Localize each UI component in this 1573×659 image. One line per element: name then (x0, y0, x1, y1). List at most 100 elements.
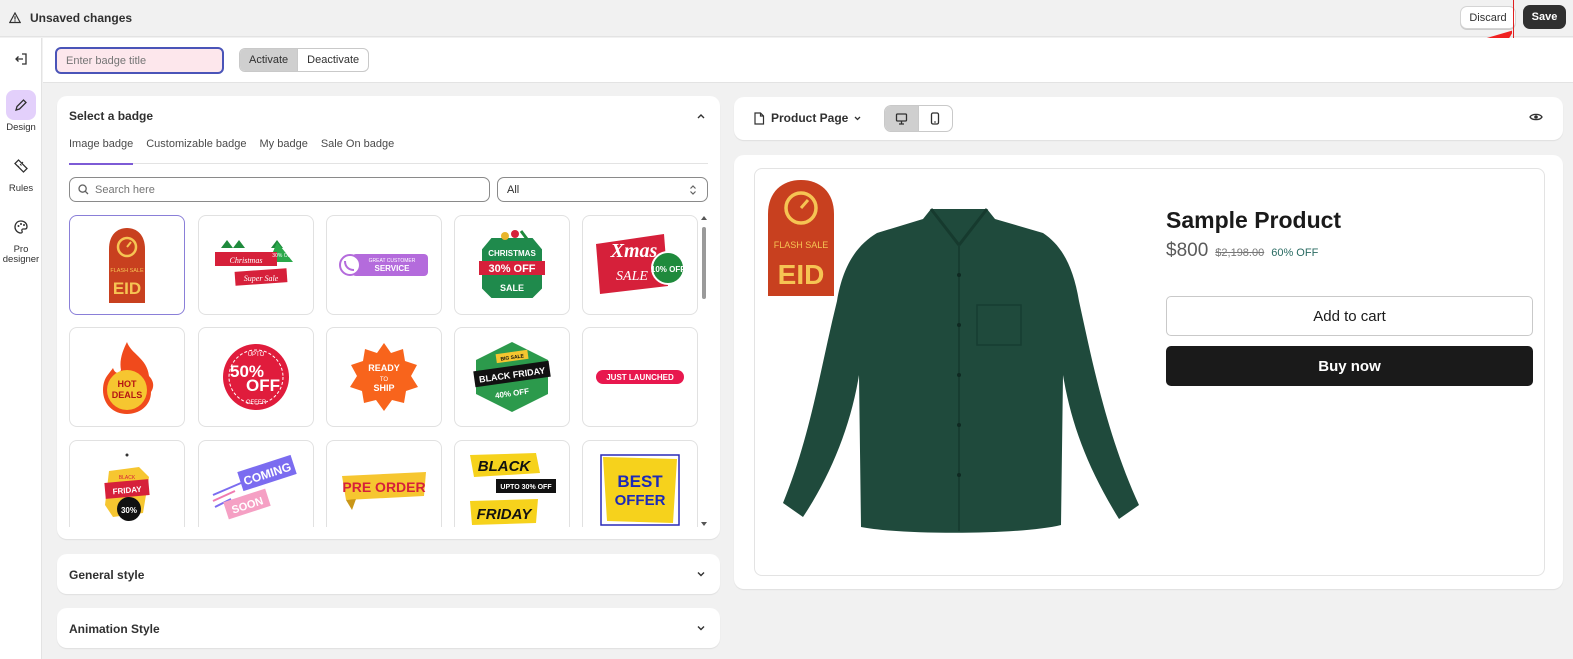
badge-tile-coming-soon[interactable]: COMING SOON (198, 440, 314, 527)
rail-label-design: Design (6, 122, 36, 133)
animation-style-title: Animation Style (69, 622, 160, 636)
badge-title-input[interactable] (55, 47, 224, 74)
upto-50-off-badge-icon: UPTO 50% OFF OFFER (223, 344, 289, 410)
buy-now-button[interactable]: Buy now (1166, 346, 1533, 386)
svg-text:HOT: HOT (118, 379, 138, 389)
badge-tile-xmas-sale[interactable]: Xmas SALE 10% OFF (582, 215, 698, 315)
xmas-sale-badge-icon: Xmas SALE 10% OFF (596, 234, 685, 294)
exit-icon (15, 53, 27, 65)
chevron-up-icon[interactable] (696, 111, 706, 121)
product-price: $800 (1166, 240, 1209, 261)
mobile-icon (931, 112, 940, 125)
general-style-title: General style (69, 568, 145, 582)
badge-header-bar: Activate Deactivate (43, 38, 1573, 83)
activation-toggle: Activate Deactivate (239, 48, 370, 72)
annotation-highlight-box (1513, 0, 1571, 39)
svg-text:30% OFF: 30% OFF (488, 263, 535, 275)
badge-tile-just-launched[interactable]: JUST LAUNCHED (582, 327, 698, 427)
christmas-super-sale-badge-icon: Christmas Super Sale 30% OFF (215, 240, 294, 286)
desktop-icon (895, 112, 907, 125)
pencil-icon (6, 90, 36, 120)
badge-filter-select[interactable]: All (497, 177, 708, 202)
black-friday-upto-30-badge-icon: BLACK UPTO 30% OFF FRIDAY (470, 453, 556, 525)
rail-item-pro-designer[interactable]: Pro designer (0, 212, 42, 265)
svg-text:30%: 30% (121, 506, 137, 515)
badge-search[interactable] (69, 177, 490, 202)
product-title: Sample Product (1166, 207, 1342, 233)
svg-text:SHIP: SHIP (373, 383, 394, 393)
chevron-down-icon (854, 116, 861, 120)
svg-text:30% OFF: 30% OFF (272, 253, 293, 259)
ready-to-ship-badge-icon: READY TO SHIP (350, 343, 418, 411)
deactivate-button[interactable]: Deactivate (298, 49, 368, 71)
svg-text:OFFER: OFFER (246, 400, 267, 406)
badge-tile-black-friday-30[interactable]: BLACK FRIDAY 30% (69, 440, 185, 527)
svg-text:BEST: BEST (617, 472, 663, 491)
badge-tile-christmas-30-off[interactable]: CHRISTMAS 30% OFF SALE (454, 215, 570, 315)
scroll-thumb[interactable] (702, 227, 706, 299)
badge-tile-pre-order[interactable]: PRE ORDER (326, 440, 442, 527)
svg-text:SALE: SALE (500, 283, 524, 293)
black-friday-30-badge-icon: BLACK FRIDAY 30% (104, 453, 150, 521)
compare-price: $2,198.00 (1215, 247, 1265, 259)
badge-tile-christmas-super-sale[interactable]: Christmas Super Sale 30% OFF (198, 215, 314, 315)
select-badge-title: Select a badge (69, 109, 154, 123)
svg-text:UPTO: UPTO (248, 352, 265, 358)
just-launched-badge-icon: JUST LAUNCHED (596, 370, 684, 384)
badge-tile-flash-sale-eid[interactable]: FLASH SALE EID (69, 215, 185, 315)
animation-style-card[interactable]: Animation Style (57, 608, 720, 648)
scroll-up-icon[interactable] (700, 215, 708, 221)
badge-tile-black-friday-40-off[interactable]: BIG SALE BLACK FRIDAY 40% OFF (454, 327, 570, 427)
badge-tabs: Image badge Customizable badge My badge … (69, 134, 708, 165)
discard-button[interactable]: Discard (1460, 6, 1516, 29)
page-selector-label: Product Page (771, 111, 849, 125)
svg-text:Xmas: Xmas (610, 240, 658, 262)
badge-tile-best-offer[interactable]: BEST OFFER (582, 440, 698, 527)
page-selector[interactable]: Product Page (753, 111, 862, 125)
mobile-view-button[interactable] (919, 106, 953, 131)
rail-exit[interactable] (0, 52, 42, 66)
rail-item-design[interactable]: Design (0, 90, 42, 133)
svg-text:SERVICE: SERVICE (375, 264, 411, 273)
svg-text:READY: READY (368, 363, 400, 373)
svg-text:UPTO 30% OFF: UPTO 30% OFF (500, 484, 552, 491)
badge-tile-great-customer-service[interactable]: GREAT CUSTOMER SERVICE (326, 215, 442, 315)
tab-sale-on-badge[interactable]: Sale On badge (321, 134, 394, 164)
great-customer-service-badge-icon: GREAT CUSTOMER SERVICE (339, 254, 428, 276)
eye-icon[interactable] (1529, 112, 1543, 122)
discount-label: 60% OFF (1271, 247, 1319, 259)
page-icon (754, 111, 765, 125)
device-toggle (884, 105, 953, 132)
warning-icon (9, 12, 21, 24)
chevron-down-icon[interactable] (696, 623, 706, 633)
tab-my-badge[interactable]: My badge (260, 134, 308, 164)
product-preview: FLASH SALE EID Sample Product $800 $2,19… (754, 168, 1545, 576)
rail-label-rules: Rules (8, 183, 34, 194)
preview-header: Product Page (734, 97, 1563, 140)
best-offer-badge-icon: BEST OFFER (600, 454, 680, 526)
badge-grid-scrollbar[interactable] (700, 215, 708, 527)
add-to-cart-button[interactable]: Add to cart (1166, 296, 1533, 336)
chevron-down-icon[interactable] (696, 569, 706, 579)
svg-text:FLASH SALE: FLASH SALE (774, 240, 829, 250)
tab-image-badge[interactable]: Image badge (69, 134, 134, 165)
activate-button[interactable]: Activate (240, 49, 299, 71)
badge-tile-ready-to-ship[interactable]: READY TO SHIP (326, 327, 442, 427)
badge-tile-black-friday-upto-30[interactable]: BLACK UPTO 30% OFF FRIDAY (454, 440, 570, 527)
flash-sale-eid-badge-icon: FLASH SALE EID (109, 228, 145, 303)
badge-tile-hot-deals[interactable]: HOT DEALS (69, 327, 185, 427)
svg-text:EID: EID (113, 279, 141, 298)
badge-search-input[interactable] (95, 183, 475, 196)
desktop-view-button[interactable] (885, 106, 919, 131)
svg-text:BLACK: BLACK (478, 458, 532, 475)
svg-text:JUST LAUNCHED: JUST LAUNCHED (606, 373, 674, 382)
price-row: $800 $2,198.00 60% OFF (1166, 240, 1318, 262)
badge-tile-upto-50-off[interactable]: UPTO 50% OFF OFFER (198, 327, 314, 427)
tab-customizable-badge[interactable]: Customizable badge (146, 134, 246, 164)
svg-text:FRIDAY: FRIDAY (477, 506, 534, 523)
rail-item-rules[interactable]: Rules (0, 151, 42, 194)
scroll-down-icon[interactable] (700, 521, 708, 527)
svg-text:PRE ORDER: PRE ORDER (342, 479, 425, 495)
svg-text:Christmas: Christmas (230, 256, 263, 265)
general-style-card[interactable]: General style (57, 554, 720, 594)
